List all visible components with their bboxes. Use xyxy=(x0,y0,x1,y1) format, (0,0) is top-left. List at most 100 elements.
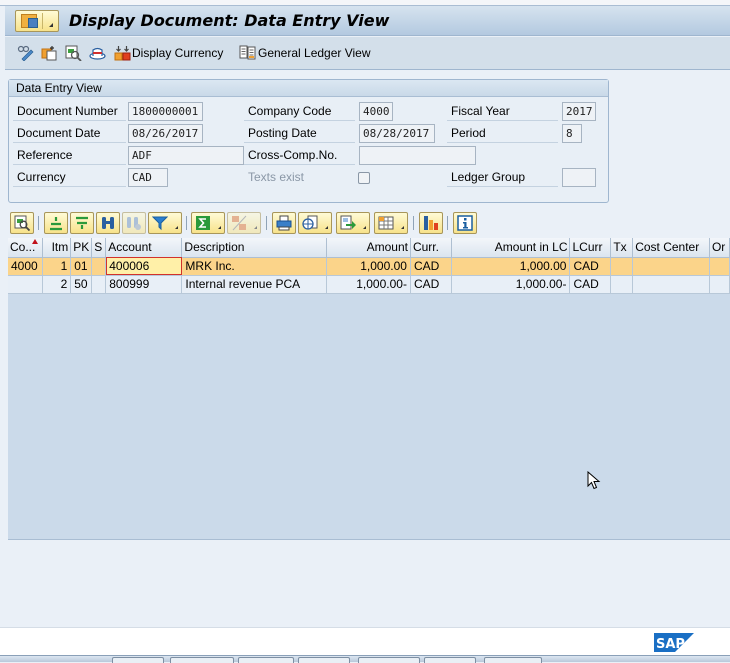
table-row[interactable]: 2 50 800999 Internal revenue PCA 1,000.0… xyxy=(8,275,730,294)
cell-description[interactable]: Internal revenue PCA xyxy=(181,275,327,294)
os-taskbar xyxy=(0,655,730,663)
cross-comp-no-field[interactable] xyxy=(359,146,476,165)
display-change-icon[interactable] xyxy=(17,45,34,61)
cell-account[interactable]: 800999 xyxy=(105,275,183,294)
hat-icon[interactable] xyxy=(89,45,106,61)
column-header-company-code[interactable]: Co... xyxy=(8,238,44,258)
details-button[interactable] xyxy=(10,212,34,234)
graphic-button[interactable] xyxy=(419,212,443,234)
cell-currency[interactable]: CAD xyxy=(410,275,452,294)
posting-date-label: Posting Date xyxy=(244,124,355,143)
cell-amount-in-lc[interactable]: 1,000.00 xyxy=(451,257,571,276)
document-date-field[interactable]: 08/26/2017 xyxy=(128,124,203,143)
ledger-group-field[interactable] xyxy=(562,168,596,187)
cell-tax-code[interactable] xyxy=(610,275,634,294)
sap-logo-icon: SAP xyxy=(654,633,694,652)
cell-account[interactable]: 400006 xyxy=(105,257,183,276)
column-header-local-currency[interactable]: LCurr xyxy=(569,238,612,258)
column-header-special-gl[interactable]: S xyxy=(91,238,107,258)
sum-button[interactable] xyxy=(191,212,225,234)
document-overview-icon[interactable] xyxy=(65,45,82,61)
cell-cost-center[interactable] xyxy=(632,257,710,276)
company-code-field[interactable]: 4000 xyxy=(359,102,393,121)
cell-currency[interactable]: CAD xyxy=(410,257,452,276)
print-button[interactable] xyxy=(272,212,296,234)
views-button[interactable] xyxy=(298,212,332,234)
reference-field[interactable]: ADF xyxy=(128,146,244,165)
cell-special-gl[interactable] xyxy=(91,257,107,276)
texts-exist-checkbox[interactable] xyxy=(358,172,370,184)
system-menu-button[interactable] xyxy=(15,10,59,32)
taskbar-item[interactable] xyxy=(238,657,294,663)
column-header-account[interactable]: Account xyxy=(105,238,183,258)
page-title: Display Document: Data Entry View xyxy=(69,11,390,30)
taskbar-item[interactable] xyxy=(170,657,234,663)
export-button[interactable] xyxy=(336,212,370,234)
posting-date-field[interactable]: 08/28/2017 xyxy=(359,124,435,143)
fiscal-year-label: Fiscal Year xyxy=(447,102,558,121)
cell-local-currency[interactable]: CAD xyxy=(569,257,612,276)
filter-icon xyxy=(152,216,168,231)
cell-local-currency[interactable]: CAD xyxy=(569,275,612,294)
cell-company-code[interactable] xyxy=(8,275,44,294)
taskbar-item[interactable] xyxy=(298,657,350,663)
cell-cost-center[interactable] xyxy=(632,275,710,294)
fiscal-year-field[interactable]: 2017 xyxy=(562,102,596,121)
column-header-posting-key[interactable]: PK xyxy=(70,238,93,258)
column-header-order[interactable]: Or xyxy=(709,238,730,258)
application-toolbar: Display Currency General Ledger View xyxy=(5,37,730,70)
info-button[interactable] xyxy=(453,212,477,234)
cell-amount[interactable]: 1,000.00- xyxy=(326,275,411,294)
menu-button-separator xyxy=(42,13,43,29)
subtotal-icon xyxy=(232,215,247,231)
cell-special-gl[interactable] xyxy=(91,275,107,294)
layout-icon xyxy=(378,216,394,230)
cell-item[interactable]: 2 xyxy=(42,275,72,294)
empty-work-area xyxy=(4,540,730,627)
find-button[interactable] xyxy=(96,212,120,234)
column-header-amount-in-lc[interactable]: Amount in LC xyxy=(451,238,571,258)
table-row[interactable]: 4000 1 01 400006 MRK Inc. 1,000.00 CAD 1… xyxy=(8,257,730,276)
column-header-cost-center[interactable]: Cost Center xyxy=(632,238,710,258)
period-field[interactable]: 8 xyxy=(562,124,582,143)
column-header-item[interactable]: Itm xyxy=(42,238,72,258)
cell-order[interactable] xyxy=(709,257,730,276)
cell-description[interactable]: MRK Inc. xyxy=(181,257,327,276)
taskbar-item[interactable] xyxy=(358,657,420,663)
find-next-button[interactable] xyxy=(122,212,146,234)
group-title: Data Entry View xyxy=(9,80,608,97)
document-number-label: Document Number xyxy=(13,102,126,121)
cell-tax-code[interactable] xyxy=(610,257,634,276)
currency-icon xyxy=(114,46,131,61)
cell-item[interactable]: 1 xyxy=(42,257,72,276)
document-number-field[interactable]: 1800000001 xyxy=(128,102,203,121)
cell-amount[interactable]: 1,000.00 xyxy=(326,257,411,276)
column-header-description[interactable]: Description xyxy=(181,238,327,258)
cell-posting-key[interactable]: 50 xyxy=(70,275,93,294)
filter-button[interactable] xyxy=(148,212,182,234)
mouse-cursor-icon xyxy=(587,471,601,490)
cell-amount-in-lc[interactable]: 1,000.00- xyxy=(451,275,571,294)
taskbar-item[interactable] xyxy=(112,657,164,663)
column-header-tax-code[interactable]: Tx xyxy=(610,238,634,258)
dropdown-arrow-icon xyxy=(49,23,53,27)
sort-ascending-indicator-icon xyxy=(32,239,38,244)
cell-company-code[interactable]: 4000 xyxy=(8,257,44,276)
sort-ascending-button[interactable] xyxy=(44,212,68,234)
taskbar-item[interactable] xyxy=(484,657,542,663)
dropdown-arrow-icon xyxy=(325,226,328,229)
other-document-icon[interactable] xyxy=(41,45,58,61)
cell-posting-key[interactable]: 01 xyxy=(70,257,93,276)
column-header-amount[interactable]: Amount xyxy=(326,238,411,258)
reference-label: Reference xyxy=(13,146,126,165)
subtotal-button[interactable] xyxy=(227,212,261,234)
column-header-currency[interactable]: Curr. xyxy=(410,238,452,258)
currency-field[interactable]: CAD xyxy=(128,168,168,187)
sort-descending-button[interactable] xyxy=(70,212,94,234)
dropdown-arrow-icon xyxy=(218,226,221,229)
display-currency-label: Display Currency xyxy=(132,46,224,60)
taskbar-item[interactable] xyxy=(424,657,476,663)
layout-button[interactable] xyxy=(374,212,408,234)
cell-order[interactable] xyxy=(709,275,730,294)
data-entry-view-group: Data Entry View Document Number 18000000… xyxy=(8,79,609,203)
